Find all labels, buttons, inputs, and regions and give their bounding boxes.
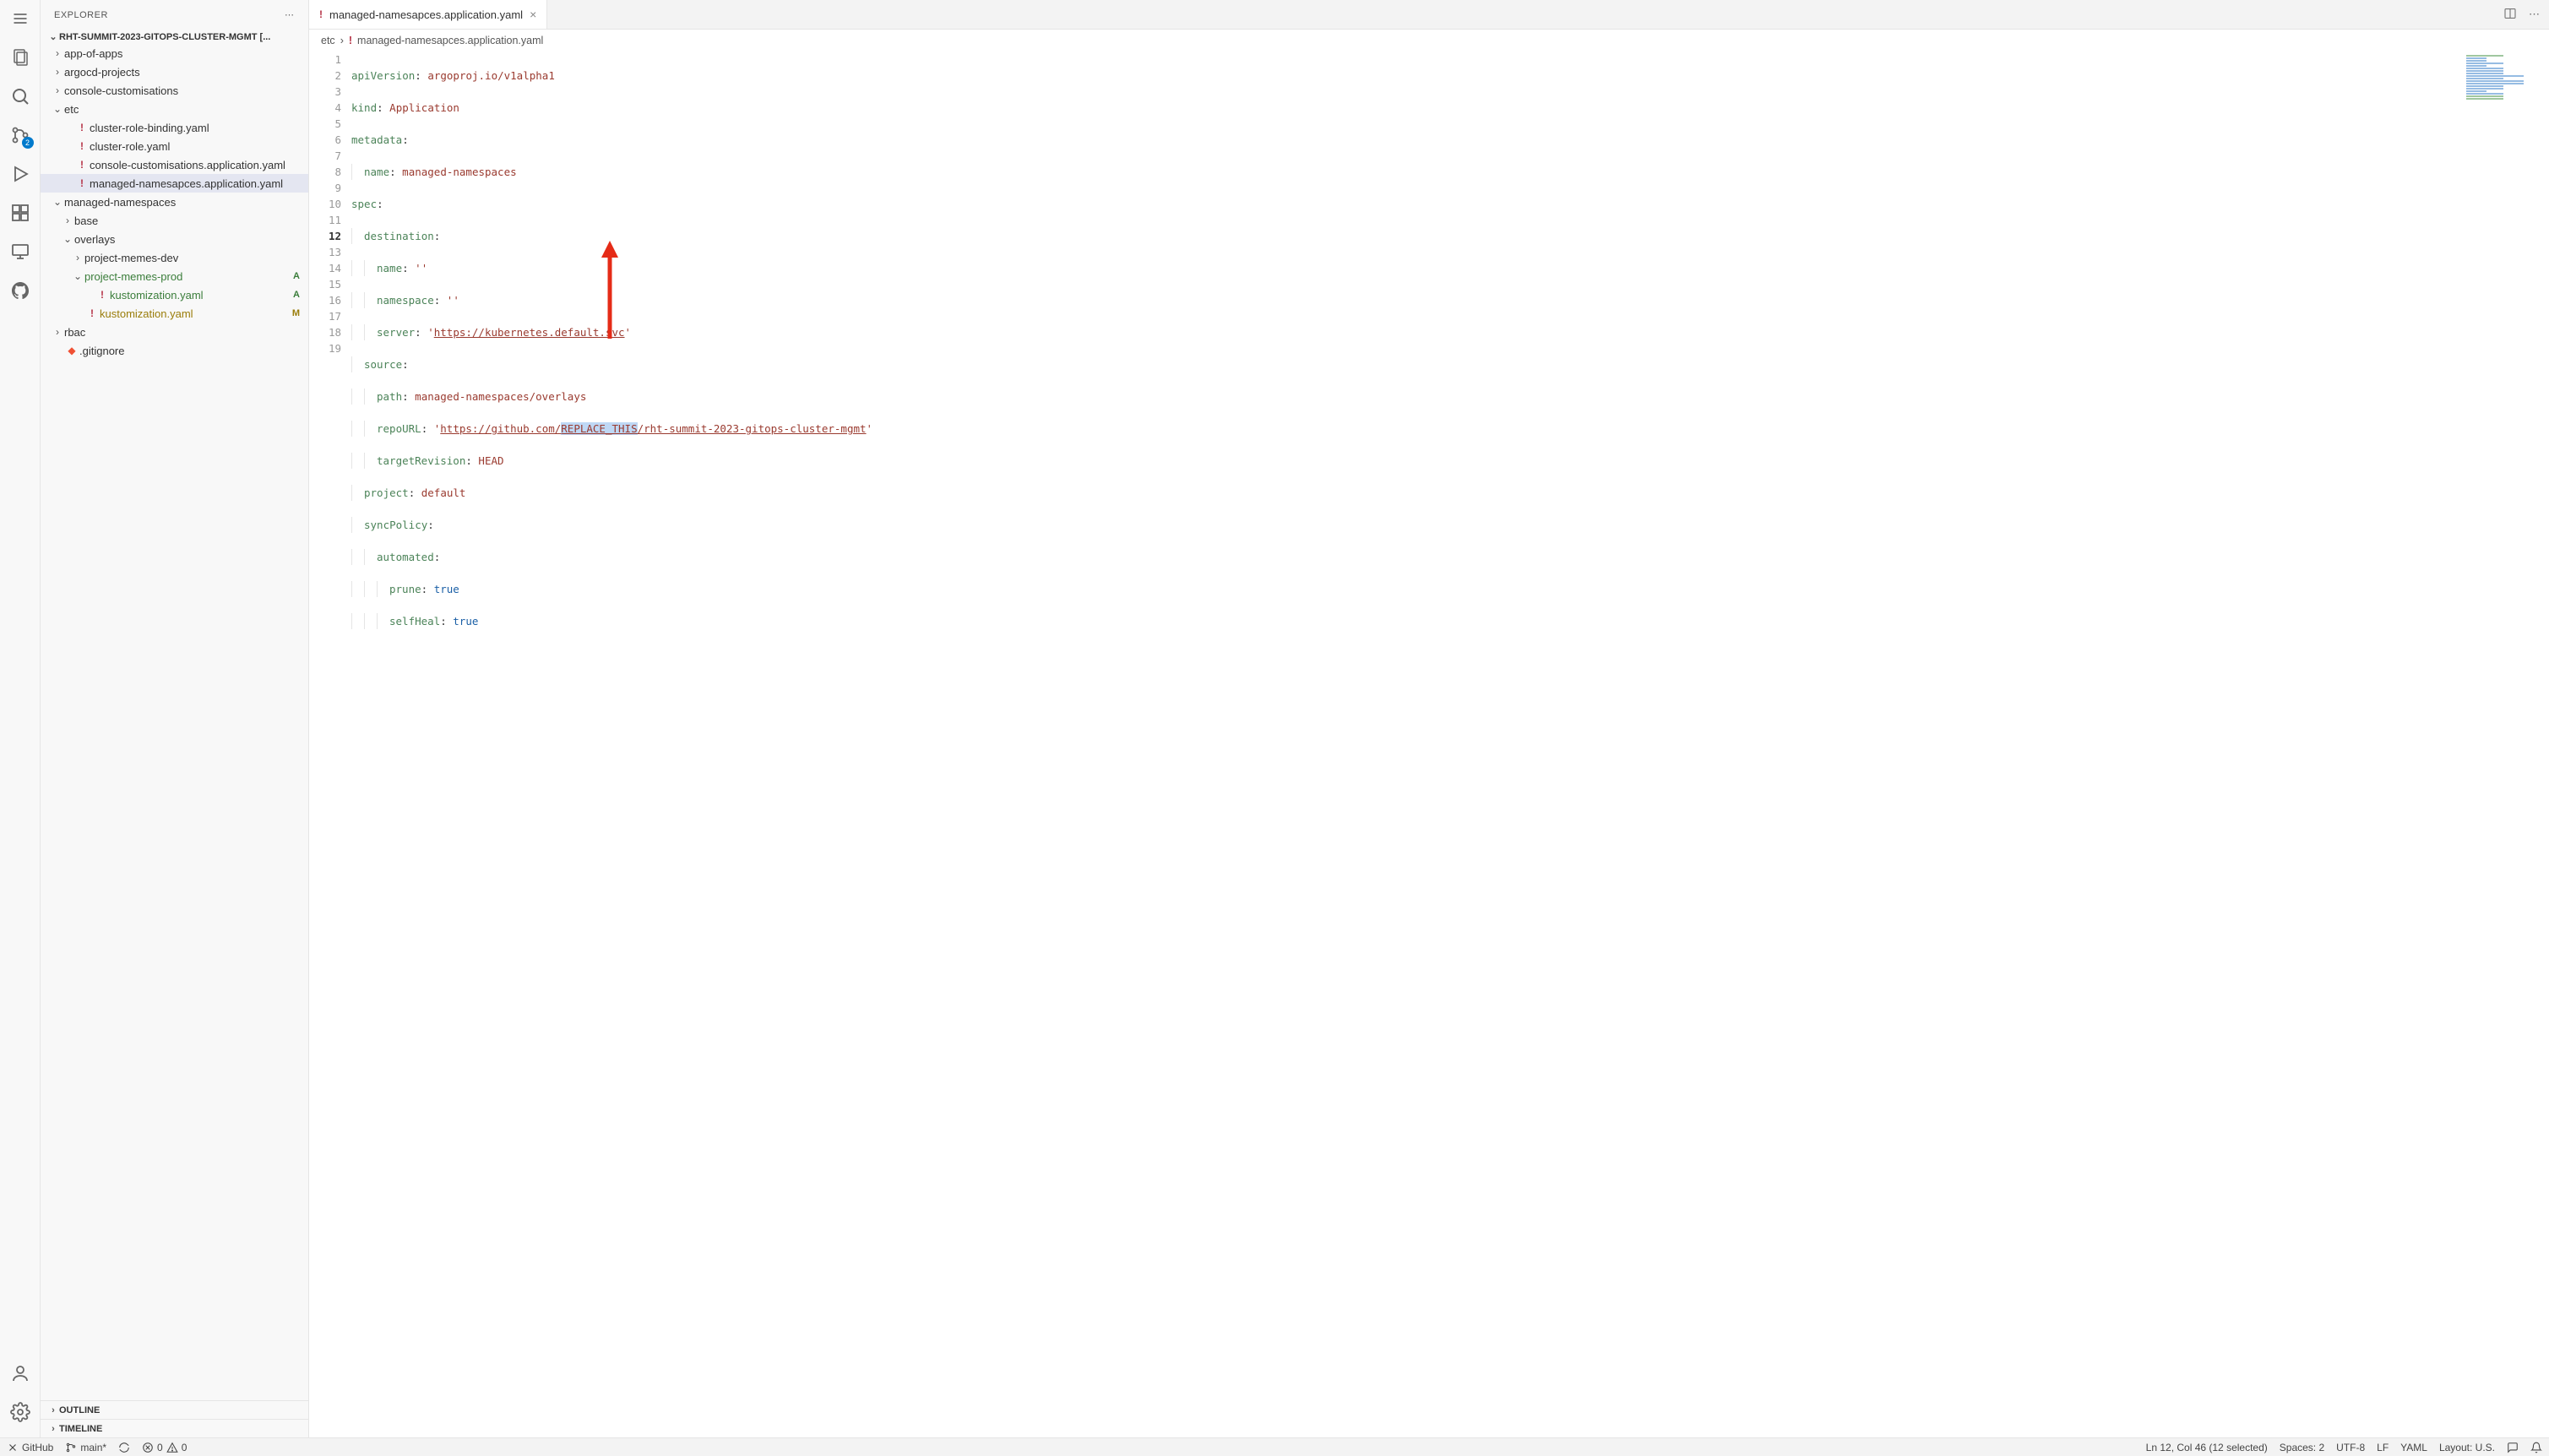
status-notifications-icon[interactable] — [2530, 1442, 2542, 1453]
workspace-section-header[interactable]: ⌄ RHT-SUMMIT-2023-GITOPS-CLUSTER-MGMT [.… — [41, 30, 308, 44]
explorer-sidebar: EXPLORER ⋯ ⌄ RHT-SUMMIT-2023-GITOPS-CLUS… — [41, 0, 309, 1437]
explorer-header: EXPLORER ⋯ — [41, 0, 308, 30]
chevron-down-icon: ⌄ — [51, 196, 64, 208]
code-content[interactable]: apiVersion: argoproj.io/v1alpha1 kind: A… — [351, 52, 2549, 1437]
chevron-right-icon: › — [61, 215, 74, 226]
breadcrumb[interactable]: etc › ! managed-namesapces.application.y… — [309, 30, 2549, 52]
file-gitignore[interactable]: ◆.gitignore — [41, 341, 308, 360]
search-icon[interactable] — [8, 84, 32, 108]
timeline-section-header[interactable]: ›TIMELINE — [41, 1419, 308, 1437]
explorer-title: EXPLORER — [54, 10, 108, 20]
chevron-right-icon: › — [71, 252, 84, 263]
editor-area: ! managed-namesapces.application.yaml × … — [309, 0, 2549, 1437]
more-icon[interactable]: ⋯ — [2529, 8, 2541, 21]
status-indentation[interactable]: Spaces: 2 — [2280, 1442, 2324, 1453]
run-debug-icon[interactable] — [8, 162, 32, 186]
yaml-file-icon: ! — [349, 35, 352, 46]
folder-project-memes-prod[interactable]: ⌄project-memes-prodA — [41, 267, 308, 285]
selected-text: REPLACE_THIS — [561, 422, 637, 435]
chevron-right-icon: › — [340, 35, 344, 46]
workspace-name: RHT-SUMMIT-2023-GITOPS-CLUSTER-MGMT [... — [59, 32, 270, 42]
explorer-icon[interactable] — [8, 46, 32, 69]
status-cursor-position[interactable]: Ln 12, Col 46 (12 selected) — [2146, 1442, 2268, 1453]
menu-icon[interactable] — [8, 7, 32, 30]
chevron-down-icon: ⌄ — [61, 233, 74, 245]
explorer-more-icon[interactable]: ⋯ — [285, 9, 295, 20]
status-branch[interactable]: main* — [65, 1442, 106, 1453]
status-bar: GitHub main* 0 0 Ln 12, Col 46 (12 selec… — [0, 1437, 2549, 1456]
chevron-right-icon: › — [51, 66, 64, 78]
close-icon[interactable]: × — [530, 8, 536, 21]
yaml-file-icon: ! — [74, 140, 90, 152]
chevron-down-icon: ⌄ — [71, 270, 84, 282]
file-console-customisations-app[interactable]: !console-customisations.application.yaml — [41, 155, 308, 174]
breadcrumb-folder[interactable]: etc — [321, 35, 335, 46]
file-kustomization-outer[interactable]: !kustomization.yamlM — [41, 304, 308, 323]
file-tree: ›app-of-apps ›argocd-projects ›console-c… — [41, 44, 308, 1400]
yaml-file-icon: ! — [74, 177, 90, 189]
file-kustomization-inner[interactable]: !kustomization.yamlA — [41, 285, 308, 304]
file-cluster-role-binding[interactable]: !cluster-role-binding.yaml — [41, 118, 308, 137]
folder-overlays[interactable]: ⌄overlays — [41, 230, 308, 248]
split-editor-icon[interactable] — [2503, 7, 2517, 23]
yaml-file-icon: ! — [74, 122, 90, 133]
folder-managed-namespaces[interactable]: ⌄managed-namespaces — [41, 193, 308, 211]
chevron-right-icon: › — [51, 84, 64, 96]
settings-gear-icon[interactable] — [8, 1400, 32, 1424]
status-encoding[interactable]: UTF-8 — [2336, 1442, 2365, 1453]
git-added-badge: A — [288, 290, 300, 300]
status-feedback-icon[interactable] — [2507, 1442, 2519, 1453]
folder-console-customisations[interactable]: ›console-customisations — [41, 81, 308, 100]
activity-bar: 2 — [0, 0, 41, 1437]
status-problems[interactable]: 0 0 — [142, 1442, 187, 1453]
yaml-file-icon: ! — [84, 307, 100, 319]
source-control-icon[interactable]: 2 — [8, 123, 32, 147]
chevron-right-icon: › — [47, 1424, 59, 1434]
status-language[interactable]: YAML — [2400, 1442, 2427, 1453]
chevron-right-icon: › — [47, 1405, 59, 1415]
folder-rbac[interactable]: ›rbac — [41, 323, 308, 341]
chevron-down-icon: ⌄ — [51, 103, 64, 115]
folder-argocd-projects[interactable]: ›argocd-projects — [41, 62, 308, 81]
status-sync[interactable] — [118, 1442, 130, 1453]
folder-project-memes-dev[interactable]: ›project-memes-dev — [41, 248, 308, 267]
yaml-file-icon: ! — [95, 289, 110, 301]
editor-tab[interactable]: ! managed-namesapces.application.yaml × — [309, 0, 547, 29]
status-layout[interactable]: Layout: U.S. — [2439, 1442, 2495, 1453]
yaml-file-icon: ! — [74, 159, 90, 171]
folder-etc[interactable]: ⌄etc — [41, 100, 308, 118]
folder-app-of-apps[interactable]: ›app-of-apps — [41, 44, 308, 62]
tab-label: managed-namesapces.application.yaml — [329, 8, 523, 21]
extensions-icon[interactable] — [8, 201, 32, 225]
status-remote[interactable]: GitHub — [7, 1442, 53, 1453]
line-number-gutter: 12345678910111213141516171819 — [309, 52, 351, 1437]
chevron-down-icon: ⌄ — [47, 31, 59, 42]
chevron-right-icon: › — [51, 47, 64, 59]
remote-explorer-icon[interactable] — [8, 240, 32, 263]
code-editor[interactable]: 12345678910111213141516171819 apiVersion… — [309, 52, 2549, 1437]
file-managed-namespaces-app[interactable]: !managed-namesapces.application.yaml — [41, 174, 308, 193]
git-modified-badge: M — [288, 308, 300, 318]
file-cluster-role[interactable]: !cluster-role.yaml — [41, 137, 308, 155]
yaml-file-icon: ! — [319, 8, 323, 20]
tab-bar: ! managed-namesapces.application.yaml × … — [309, 0, 2549, 30]
breadcrumb-file[interactable]: managed-namesapces.application.yaml — [357, 35, 543, 46]
folder-base[interactable]: ›base — [41, 211, 308, 230]
scm-badge: 2 — [22, 137, 34, 149]
accounts-icon[interactable] — [8, 1361, 32, 1385]
status-eol[interactable]: LF — [2377, 1442, 2389, 1453]
git-file-icon: ◆ — [64, 345, 79, 356]
chevron-right-icon: › — [51, 326, 64, 338]
github-icon[interactable] — [8, 279, 32, 302]
outline-section-header[interactable]: ›OUTLINE — [41, 1400, 308, 1419]
git-added-badge: A — [288, 271, 300, 281]
